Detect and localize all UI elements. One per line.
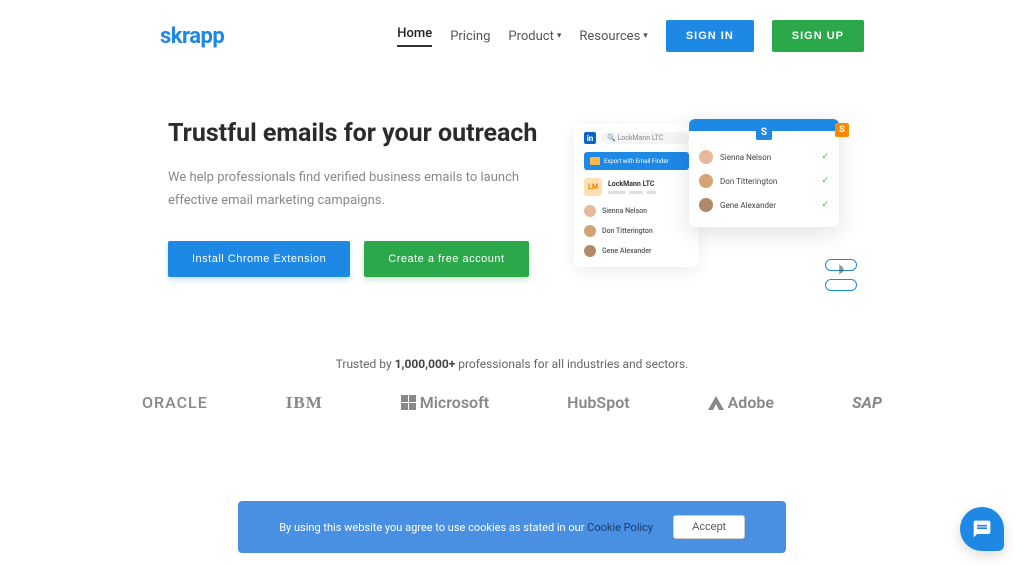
trusted-section: Trusted by 1,000,000+ professionals for … <box>0 297 1024 393</box>
cursor-pill <box>825 259 857 271</box>
hero-subtitle: We help professionals find verified busi… <box>168 166 544 213</box>
ibm-logo: IBM <box>286 393 323 413</box>
chat-widget-button[interactable] <box>960 507 1004 551</box>
person-row: Sienna Nelson <box>580 201 693 221</box>
cookie-policy-link[interactable]: Cookie Policy <box>587 521 653 534</box>
hero-buttons: Install Chrome Extension Create a free a… <box>168 241 544 277</box>
hero-left: Trustful emails for your outreach We hel… <box>168 119 544 277</box>
result-row: Don Titterington✓ <box>699 169 829 193</box>
skrapp-logo-icon: S <box>756 124 772 140</box>
chat-icon <box>972 519 992 539</box>
s-badge: S <box>835 123 849 137</box>
navbar: skrapp Home Pricing Product▾ Resources▾ … <box>0 0 1024 64</box>
adobe-icon <box>708 396 724 410</box>
company-abbr: LM <box>584 178 602 196</box>
export-row: Export with Email Finder <box>584 152 689 170</box>
brand-logo[interactable]: skrapp <box>160 24 224 49</box>
illustration-front-panel: S S Sienna Nelson✓ Don Titterington✓ Gen… <box>689 119 839 227</box>
nav-right: Home Pricing Product▾ Resources▾ SIGN IN… <box>397 20 864 52</box>
nav-product[interactable]: Product▾ <box>508 29 561 44</box>
chevron-down-icon: ▾ <box>643 31 648 41</box>
company-row: LM LockMann LTC <box>580 173 693 201</box>
check-icon: ✓ <box>821 152 829 162</box>
check-icon: ✓ <box>821 200 829 210</box>
chevron-down-icon: ▾ <box>557 31 562 41</box>
hubspot-logo: HubSpot <box>567 393 629 412</box>
adobe-logo: Adobe <box>708 393 774 412</box>
cookie-accept-button[interactable]: Accept <box>673 515 745 539</box>
brand-logos-row: ORACLE IBM Microsoft HubSpot Adobe SAP <box>0 393 1024 453</box>
nav-resources[interactable]: Resources▾ <box>579 29 647 44</box>
nav-home[interactable]: Home <box>397 26 432 47</box>
create-account-button[interactable]: Create a free account <box>364 241 528 277</box>
company-name: LockMann LTC <box>608 180 689 188</box>
sap-logo: SAP <box>852 393 882 412</box>
cookie-banner: By using this website you agree to use c… <box>238 501 786 553</box>
hero-title: Trustful emails for your outreach <box>168 119 544 148</box>
hero-illustration: in 🔍 LockMann LTC Export with Email Find… <box>574 119 864 277</box>
hero-section: Trustful emails for your outreach We hel… <box>0 64 1024 297</box>
folder-icon <box>590 157 600 165</box>
oracle-logo: ORACLE <box>142 393 208 412</box>
microsoft-icon <box>401 395 416 410</box>
signin-button[interactable]: SIGN IN <box>666 20 754 52</box>
check-icon: ✓ <box>821 176 829 186</box>
export-label: Export with Email Finder <box>604 158 669 165</box>
illustration-back-panel: in 🔍 LockMann LTC Export with Email Find… <box>574 124 699 267</box>
result-row: Gene Alexander✓ <box>699 193 829 217</box>
cookie-text: By using this website you agree to use c… <box>279 521 653 534</box>
nav-pricing[interactable]: Pricing <box>450 29 490 44</box>
microsoft-logo: Microsoft <box>401 393 489 412</box>
pill-outline <box>825 279 857 291</box>
signup-button[interactable]: SIGN UP <box>772 20 864 52</box>
person-row: Don Titterington <box>580 221 693 241</box>
result-row: Sienna Nelson✓ <box>699 145 829 169</box>
person-row: Gene Alexander <box>580 241 693 261</box>
linkedin-icon: in <box>584 132 596 144</box>
search-field-display: 🔍 LockMann LTC <box>601 132 689 144</box>
install-extension-button[interactable]: Install Chrome Extension <box>168 241 350 277</box>
trusted-text: Trusted by 1,000,000+ professionals for … <box>0 357 1024 371</box>
panel-head: in 🔍 LockMann LTC <box>580 130 693 149</box>
